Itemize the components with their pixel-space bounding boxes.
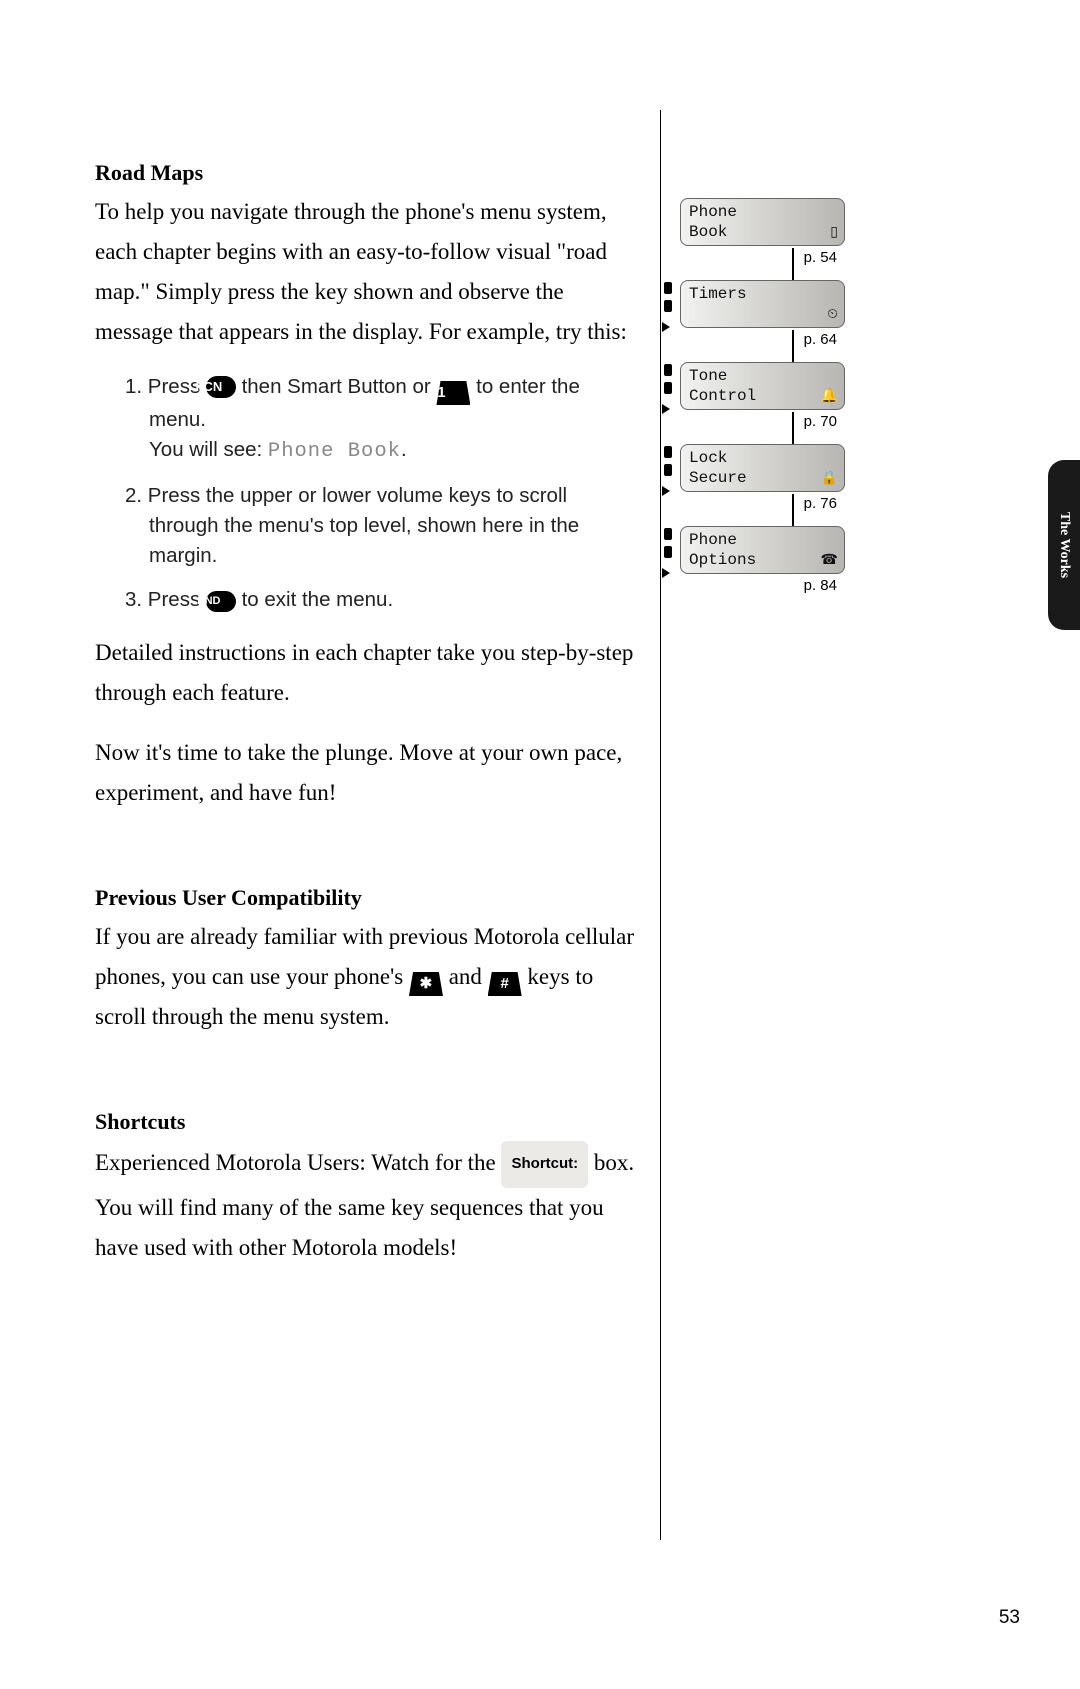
one-key-icon: 1 xyxy=(436,381,470,405)
step-3: 3. Press END to exit the menu. xyxy=(125,585,635,615)
step3-text-a: 3. Press xyxy=(125,588,206,611)
bell-icon: 🔔 xyxy=(821,385,838,405)
page-ref: p. 70 xyxy=(804,413,837,430)
step-2: 2. Press the upper or lower volume keys … xyxy=(125,481,635,571)
step1-lcd-text: Phone Book xyxy=(268,440,401,463)
menu-lcd: Lock Secure 🔒 xyxy=(680,444,845,492)
step1-text-b: then Smart Button or xyxy=(236,375,437,398)
column-divider xyxy=(660,110,661,1540)
connector-line xyxy=(792,412,794,446)
phone-icon: ☎ xyxy=(821,549,838,569)
manual-page: Road Maps To help you navigate through t… xyxy=(0,0,1080,1689)
para-compat: If you are already familiar with previou… xyxy=(95,917,635,1037)
scroll-nub-icon xyxy=(664,282,672,294)
period: . xyxy=(401,438,407,461)
heading-prev-compat: Previous User Compatibility xyxy=(95,885,635,911)
end-key-icon: END xyxy=(206,591,236,612)
menu-lcd: Tone Control 🔔 xyxy=(680,362,845,410)
menu-line1: Tone xyxy=(689,366,836,386)
para-roadmaps-intro: To help you navigate through the phone's… xyxy=(95,192,635,352)
section-tab: The Works xyxy=(1048,460,1080,630)
menu-line1: Lock xyxy=(689,448,836,468)
scroll-nub-icon xyxy=(664,464,672,476)
para-detailed: Detailed instructions in each chapter ta… xyxy=(95,633,635,713)
main-text-column: Road Maps To help you navigate through t… xyxy=(95,160,635,1268)
menu-line2: Options xyxy=(689,550,836,570)
step3-text-b: to exit the menu. xyxy=(236,588,393,611)
para-shortcuts: Experienced Motorola Users: Watch for th… xyxy=(95,1141,635,1268)
book-icon: ▯ xyxy=(830,221,838,241)
menu-item-lock-secure: Lock Secure 🔒 p. 76 xyxy=(680,444,845,492)
menu-line2: Secure xyxy=(689,468,836,488)
step1-text-d: You will see: xyxy=(149,438,268,461)
menu-lcd: Phone Book ▯ xyxy=(680,198,845,246)
menu-item-tone-control: Tone Control 🔔 p. 70 xyxy=(680,362,845,410)
para-plunge: Now it's time to take the plunge. Move a… xyxy=(95,733,635,813)
lock-icon: 🔒 xyxy=(821,467,838,487)
hash-key-icon: # xyxy=(488,972,522,996)
menu-line2: Control xyxy=(689,386,836,406)
menu-line2: Book xyxy=(689,222,836,242)
menu-item-phone-options: Phone Options ☎ p. 84 xyxy=(680,526,845,574)
steps-list: 1. Press FCN then Smart Button or 1 to e… xyxy=(125,372,635,615)
connector-line xyxy=(792,330,794,364)
margin-menu-roadmap: Phone Book ▯ p. 54 Timers ⏲ p. 64 xyxy=(680,198,845,608)
arrow-right-icon xyxy=(662,486,670,496)
step-1: 1. Press FCN then Smart Button or 1 to e… xyxy=(125,372,635,467)
scroll-nub-icon xyxy=(664,446,672,458)
step1-text-a: 1. Press xyxy=(125,375,206,398)
scroll-nub-icon xyxy=(664,528,672,540)
heading-shortcuts: Shortcuts xyxy=(95,1109,635,1135)
arrow-right-icon xyxy=(662,404,670,414)
shortcut-badge: Shortcut: xyxy=(501,1141,588,1188)
menu-lcd: Timers ⏲ xyxy=(680,280,845,328)
shortcuts-pre: Experienced Motorola Users: Watch for th… xyxy=(95,1150,501,1175)
scroll-nub-icon xyxy=(664,364,672,376)
fcn-key-icon: FCN xyxy=(206,376,236,398)
menu-line1: Timers xyxy=(689,284,836,304)
page-ref: p. 84 xyxy=(804,577,837,594)
star-key-icon: ✱ xyxy=(409,972,443,996)
section-tab-label: The Works xyxy=(1056,512,1072,578)
menu-item-phone-book: Phone Book ▯ p. 54 xyxy=(680,198,845,246)
arrow-right-icon xyxy=(662,568,670,578)
connector-line xyxy=(792,248,794,282)
page-ref: p. 76 xyxy=(804,495,837,512)
menu-lcd: Phone Options ☎ xyxy=(680,526,845,574)
page-ref: p. 64 xyxy=(804,331,837,348)
arrow-right-icon xyxy=(662,322,670,332)
compat-mid: and xyxy=(443,964,488,989)
menu-line1: Phone xyxy=(689,530,836,550)
menu-item-timers: Timers ⏲ p. 64 xyxy=(680,280,845,328)
scroll-nub-icon xyxy=(664,382,672,394)
timer-icon: ⏲ xyxy=(827,303,838,323)
scroll-nub-icon xyxy=(664,546,672,558)
scroll-nub-icon xyxy=(664,300,672,312)
connector-line xyxy=(792,494,794,528)
page-number: 53 xyxy=(999,1607,1020,1629)
heading-road-maps: Road Maps xyxy=(95,160,635,186)
page-ref: p. 54 xyxy=(804,249,837,266)
menu-line1: Phone xyxy=(689,202,836,222)
